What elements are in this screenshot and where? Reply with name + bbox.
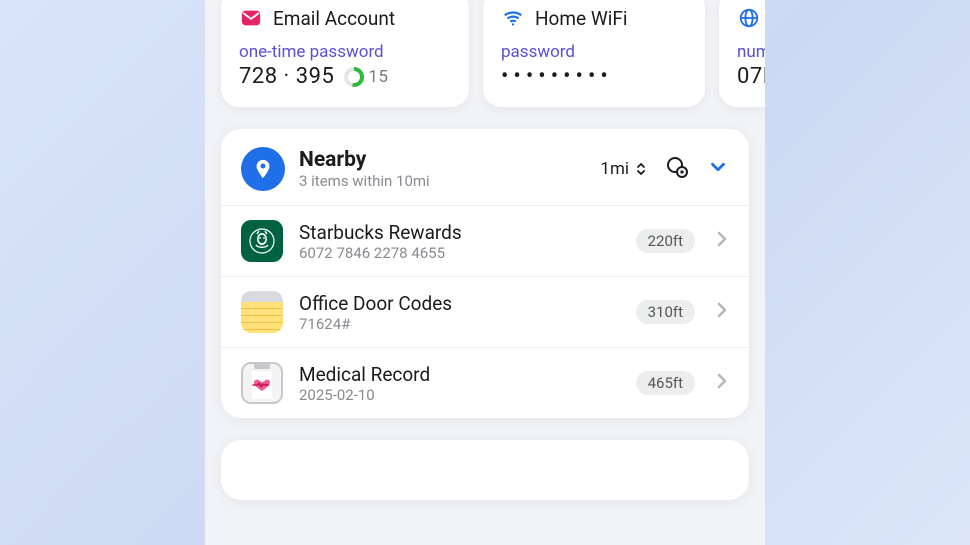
distance-pill: 310ft <box>636 300 695 324</box>
nearby-title: Nearby <box>299 148 430 172</box>
notes-icon <box>241 291 283 333</box>
medical-clipboard-icon <box>241 362 283 404</box>
next-card-peek[interactable] <box>221 440 749 500</box>
field-label: one-time password <box>239 42 451 62</box>
list-item[interactable]: Starbucks Rewards 6072 7846 2278 4655 22… <box>221 205 749 276</box>
card-title: Home WiFi <box>535 7 627 30</box>
nearby-header: Nearby 3 items within 10mi 1mi <box>221 129 749 205</box>
distance-filter[interactable]: 1mi <box>600 159 647 179</box>
wifi-icon <box>501 6 525 30</box>
globe-icon <box>737 6 761 30</box>
item-title: Medical Record <box>299 363 620 386</box>
favorites-row: Email Account one-time password 728 · 39… <box>221 0 749 107</box>
item-subtitle: 2025-02-10 <box>299 386 620 404</box>
chevron-down-icon[interactable] <box>707 156 729 182</box>
distance-pill: 220ft <box>636 229 695 253</box>
card-title: Email Account <box>273 7 395 30</box>
location-pin-icon <box>241 147 285 191</box>
mail-icon <box>239 6 263 30</box>
stepper-icon <box>635 160 647 178</box>
totp-countdown: 15 <box>344 67 388 87</box>
field-label: password <box>501 42 687 62</box>
totp-value: 728 · 395 15 <box>239 64 451 89</box>
countdown-seconds: 15 <box>368 67 388 87</box>
chevron-right-icon <box>715 229 729 253</box>
favorite-card-wifi[interactable]: Home WiFi password ••••••••• <box>483 0 705 107</box>
nearby-card: Nearby 3 items within 10mi 1mi <box>221 129 749 418</box>
distance-filter-value: 1mi <box>600 159 629 179</box>
list-item[interactable]: Office Door Codes 71624# 310ft <box>221 276 749 347</box>
favorite-card-partial[interactable]: I num 07H <box>719 0 765 107</box>
chevron-right-icon <box>715 300 729 324</box>
field-value: 07H <box>737 64 765 89</box>
item-title: Starbucks Rewards <box>299 221 620 244</box>
item-title: Office Door Codes <box>299 292 620 315</box>
countdown-ring-icon <box>344 67 364 87</box>
starbucks-logo-icon <box>241 220 283 262</box>
item-subtitle: 6072 7846 2278 4655 <box>299 244 620 262</box>
nearby-titles: Nearby 3 items within 10mi <box>299 148 430 190</box>
location-target-icon[interactable] <box>665 155 689 183</box>
distance-pill: 465ft <box>636 371 695 395</box>
item-subtitle: 71624# <box>299 315 620 333</box>
totp-code: 728 · 395 <box>239 64 334 89</box>
app-viewport: Email Account one-time password 728 · 39… <box>205 0 765 545</box>
field-label: num <box>737 42 765 62</box>
chevron-right-icon <box>715 371 729 395</box>
nearby-subtitle: 3 items within 10mi <box>299 172 430 190</box>
masked-password: ••••••••• <box>501 64 687 89</box>
list-item[interactable]: Medical Record 2025-02-10 465ft <box>221 347 749 418</box>
favorite-card-email[interactable]: Email Account one-time password 728 · 39… <box>221 0 469 107</box>
